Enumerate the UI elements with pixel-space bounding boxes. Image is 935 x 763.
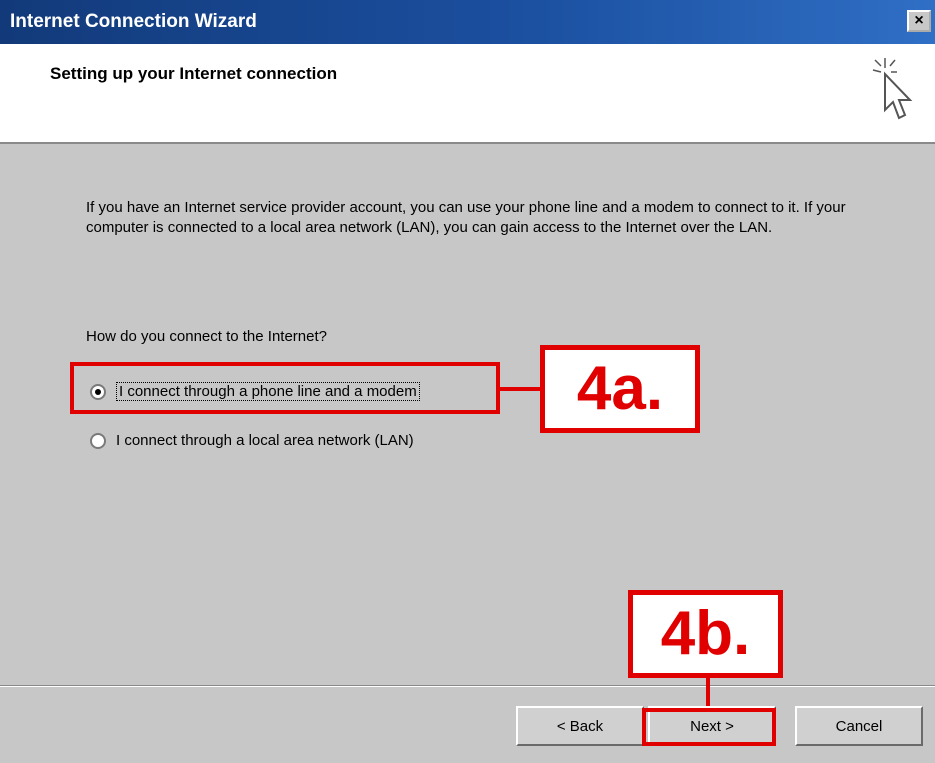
wizard-header: Setting up your Internet connection bbox=[0, 44, 935, 144]
page-title: Setting up your Internet connection bbox=[50, 64, 338, 83]
option-label-lan: I connect through a local area network (… bbox=[116, 432, 414, 449]
close-button[interactable]: × bbox=[907, 10, 931, 32]
title-bar: Internet Connection Wizard × bbox=[0, 0, 935, 44]
window-title: Internet Connection Wizard bbox=[10, 11, 257, 32]
callout-4a-highlight bbox=[70, 362, 500, 414]
footer-divider bbox=[0, 685, 935, 687]
cancel-button[interactable]: Cancel bbox=[795, 706, 923, 746]
callout-4a-badge: 4a. bbox=[540, 345, 700, 433]
close-icon: × bbox=[914, 12, 924, 29]
callout-4b-highlight bbox=[642, 708, 776, 746]
back-button[interactable]: < Back bbox=[516, 706, 644, 746]
radio-option-lan[interactable]: I connect through a local area network (… bbox=[90, 432, 414, 449]
callout-4a-connector bbox=[500, 387, 540, 391]
radio-button[interactable] bbox=[90, 432, 106, 449]
callout-4b-badge: 4b. bbox=[628, 590, 783, 678]
connection-question: How do you connect to the Internet? bbox=[86, 328, 327, 345]
wizard-cursor-icon bbox=[872, 58, 913, 120]
intro-text: If you have an Internet service provider… bbox=[86, 199, 846, 236]
